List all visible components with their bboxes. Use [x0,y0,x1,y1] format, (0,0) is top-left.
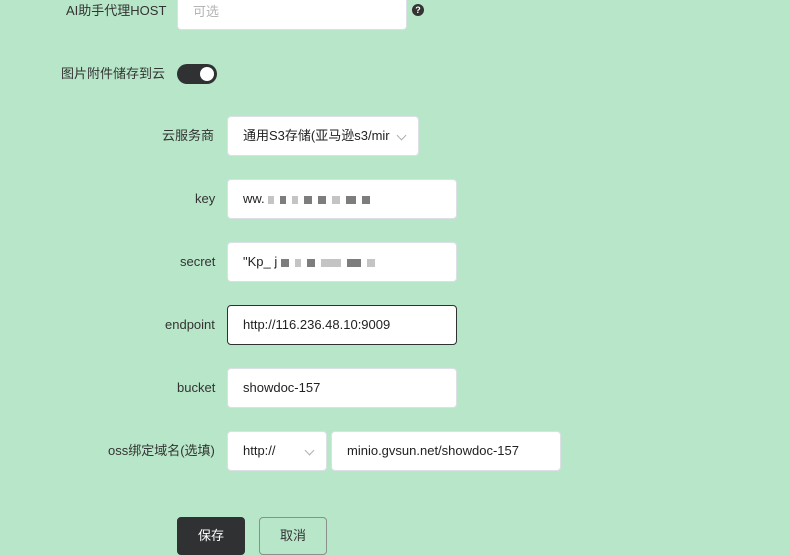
oss-domain-input[interactable]: minio.gvsun.net/showdoc-157 [331,431,561,471]
key-redaction [268,181,376,218]
provider-select[interactable]: 通用S3存储(亚马逊s3/mir [227,116,419,156]
bucket-label: bucket [177,380,216,395]
secret-redaction [280,244,381,281]
endpoint-label: endpoint [165,317,215,332]
key-input[interactable]: ww. [227,179,457,219]
ai-host-input[interactable]: 可选 [177,0,407,30]
provider-label: 云服务商 [162,128,215,143]
provider-value: 通用S3存储(亚马逊s3/mir [243,128,390,143]
key-value: ww. [243,191,265,206]
help-icon[interactable]: ? [412,4,424,16]
key-label: key [195,191,216,206]
ai-host-label: AI助手代理HOST [66,3,167,18]
ai-host-placeholder: 可选 [193,4,220,19]
oss-domain-value: minio.gvsun.net/showdoc-157 [347,443,519,458]
toggle-knob [200,67,214,81]
bucket-input[interactable]: showdoc-157 [227,368,457,408]
cancel-button[interactable]: 取消 [259,517,327,555]
protocol-value: http:// [243,443,276,458]
endpoint-input[interactable]: http://116.236.48.10:9009 [227,305,457,345]
endpoint-value: http://116.236.48.10:9009 [243,317,391,332]
cloud-storage-toggle[interactable] [177,64,217,84]
cloud-storage-label: 图片附件储存到云 [61,66,166,81]
oss-domain-label: oss绑定域名(选填) [108,443,215,458]
secret-value: "Kp_ j [243,254,278,269]
secret-input[interactable]: "Kp_ j [227,242,457,282]
bucket-value: showdoc-157 [243,380,321,395]
save-button[interactable]: 保存 [177,517,245,555]
secret-label: secret [180,254,216,269]
